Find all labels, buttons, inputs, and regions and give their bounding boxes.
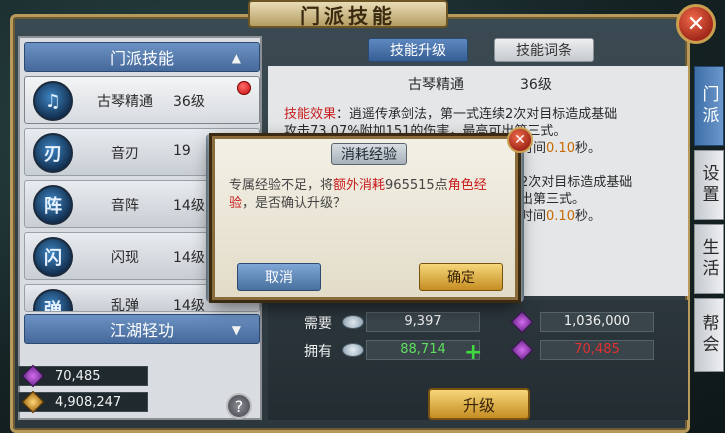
gold-coin-icon <box>21 390 45 414</box>
need-label: 需要 <box>304 316 332 332</box>
need-silver-value: 9,397 <box>366 312 480 332</box>
blade-skill-icon: 刃 <box>33 133 73 173</box>
effect-value: 0.10 <box>546 141 575 156</box>
upgrade-button[interactable]: 升级 <box>428 388 530 420</box>
skill-level: 14级 <box>173 298 205 312</box>
side-tab-sect[interactable]: 门派 <box>694 66 724 146</box>
resource-value: 4,908,247 <box>55 395 122 410</box>
cancel-button[interactable]: 取消 <box>237 263 321 291</box>
resource-gold: 4,908,247 <box>18 390 148 414</box>
effect-value: 0.10 <box>546 209 575 224</box>
skill-name: 音刃 <box>111 146 139 162</box>
dialog-highlight: 额外消耗 <box>333 178 386 193</box>
add-icon[interactable]: + <box>464 340 482 365</box>
formation-skill-icon: 阵 <box>33 185 73 225</box>
effect-line: 2次对目标造成基础 <box>520 175 633 190</box>
have-silver-value: 88,714 <box>366 340 480 360</box>
effect-line: 秒。 <box>574 141 601 156</box>
qin-skill-icon: ♫ <box>33 81 73 121</box>
effect-line: ：逍遥传承剑法，第一式连续2次对目标造成基础 <box>336 107 618 122</box>
section-title: 门派技能 <box>109 49 174 68</box>
chevron-up-icon: ▲ <box>231 51 241 65</box>
confirm-dialog: 消耗经验 ✕ 专属经验不足，将额外消耗965515点角色经验，是否确认升级？ 取… <box>212 127 533 300</box>
skill-name: 古琴精通 <box>97 94 153 110</box>
skill-name: 闪现 <box>111 250 139 266</box>
detail-skill-level: 36级 <box>520 77 552 93</box>
dialog-text: 点 <box>434 178 448 193</box>
close-icon[interactable]: ✕ <box>507 127 533 153</box>
side-tab-settings[interactable]: 设置 <box>694 150 724 220</box>
section-header-qinggong[interactable]: 江湖轻功 ▼ <box>24 314 260 344</box>
skill-level: 14级 <box>173 198 205 214</box>
detail-skill-name: 古琴精通 <box>408 77 464 93</box>
help-button[interactable]: ? <box>226 393 252 419</box>
silver-icon <box>342 343 364 357</box>
side-tab-life[interactable]: 生活 <box>694 224 724 294</box>
tab-skill-affix[interactable]: 技能词条 <box>494 38 594 62</box>
effect-line: 出第三式。 <box>520 192 586 207</box>
side-tab-guild[interactable]: 帮会 <box>694 298 724 372</box>
confirm-button[interactable]: 确定 <box>419 263 503 291</box>
skill-level: 19 <box>173 143 191 159</box>
silver-icon <box>342 315 364 329</box>
list-item[interactable]: ♫ 古琴精通 36级 <box>24 76 260 124</box>
need-gem-value: 1,036,000 <box>540 312 654 332</box>
resource-gem: 70,485 <box>18 364 148 388</box>
tab-skill-upgrade[interactable]: 技能升级 <box>368 38 468 62</box>
chevron-down-icon: ▼ <box>231 323 241 337</box>
purple-gem-icon <box>21 364 45 388</box>
section-header-sect-skills[interactable]: 门派技能 ▲ <box>24 42 260 72</box>
flash-skill-icon: 闪 <box>33 237 73 277</box>
skill-level: 14级 <box>173 250 205 266</box>
alert-dot-icon <box>237 81 251 95</box>
skill-name: 乱弹 <box>111 298 139 312</box>
effect-line: 秒。 <box>574 209 601 224</box>
effect-label: 技能效果 <box>284 107 337 122</box>
dialog-text: 专属经验不足，将 <box>229 178 334 193</box>
dialog-number: 965515 <box>385 178 435 193</box>
dialog-message: 专属经验不足，将额外消耗965515点角色经验，是否确认升级？ <box>229 177 509 213</box>
skill-level: 36级 <box>173 94 205 110</box>
resource-value: 70,485 <box>55 369 101 384</box>
have-gem-value: 70,485 <box>540 340 654 360</box>
dialog-title: 消耗经验 <box>331 143 407 165</box>
have-label: 拥有 <box>304 344 332 360</box>
chaos-skill-icon: 弹 <box>33 289 73 311</box>
skill-name: 音阵 <box>111 198 139 214</box>
dialog-text: ，是否确认升级？ <box>242 196 347 211</box>
close-icon[interactable]: ✕ <box>676 4 716 44</box>
section-title: 江湖轻功 <box>109 321 174 340</box>
window-title: 门派技能 <box>248 0 448 28</box>
